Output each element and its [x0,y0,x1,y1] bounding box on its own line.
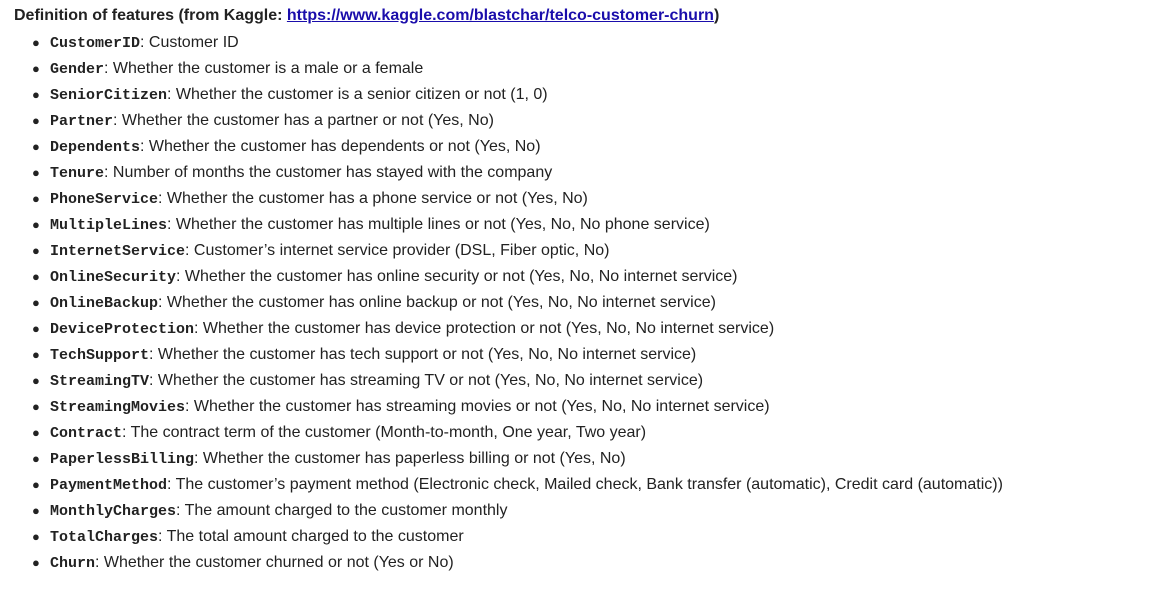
feature-name: SeniorCitizen [50,87,168,104]
bullet-icon: ● [32,139,40,154]
feature-name: StreamingMovies [50,399,186,416]
feature-description: : Whether the customer has online securi… [176,268,738,285]
feature-name: PaymentMethod [50,477,168,494]
feature-description: : Whether the customer has paperless bil… [194,450,626,467]
feature-description: : Whether the customer is a senior citiz… [167,86,548,103]
bullet-icon: ● [32,347,40,362]
list-item: ● Contract: The contract term of the cust… [32,420,1160,446]
bullet-icon: ● [32,165,40,180]
feature-name: Tenure [50,165,105,182]
list-item: ● PaperlessBilling: Whether the customer … [32,446,1160,472]
feature-name: MultipleLines [50,217,168,234]
feature-description: : The customer’s payment method (Electro… [167,476,1003,493]
feature-description: : Whether the customer has multiple line… [167,216,710,233]
feature-description: : Whether the customer has tech support … [149,346,697,363]
heading-suffix: ) [713,7,720,24]
list-item: ● InternetService: Customer’s internet se… [32,238,1160,264]
bullet-icon: ● [32,477,40,492]
feature-list: ● CustomerID: Customer ID ● Gender: Whethe… [14,30,1160,576]
bullet-icon: ● [32,451,40,466]
feature-description: : The amount charged to the customer mon… [176,502,508,519]
list-item: ● StreamingMovies: Whether the customer h… [32,394,1160,420]
heading-prefix: Definition of features (from Kaggle: [14,7,287,24]
list-item: ● OnlineBackup: Whether the customer has … [32,290,1160,316]
bullet-icon: ● [32,113,40,128]
kaggle-link[interactable]: https://www.kaggle.com/blastchar/telco-c… [287,7,714,24]
feature-name: TechSupport [50,347,150,364]
feature-name: Gender [50,61,105,78]
list-item: ● PaymentMethod: The customer’s payment m… [32,472,1160,498]
list-item: ● Gender: Whether the customer is a male … [32,56,1160,82]
list-item: ● TotalCharges: The total amount charged … [32,524,1160,550]
feature-name: Churn [50,555,96,572]
feature-name: StreamingTV [50,373,150,390]
bullet-icon: ● [32,217,40,232]
section-heading: Definition of features (from Kaggle: htt… [14,5,1160,27]
feature-name: OnlineSecurity [50,269,177,286]
feature-name: Contract [50,425,123,442]
feature-name: Dependents [50,139,141,156]
feature-description: : Whether the customer has a phone servi… [158,190,588,207]
bullet-icon: ● [32,295,40,310]
bullet-icon: ● [32,243,40,258]
feature-description: : Customer ID [140,34,239,51]
feature-description: : Whether the customer has dependents or… [140,138,541,155]
list-item: ● OnlineSecurity: Whether the customer ha… [32,264,1160,290]
list-item: ● Tenure: Number of months the customer h… [32,160,1160,186]
feature-name: CustomerID [50,35,141,52]
list-item: ● Dependents: Whether the customer has de… [32,134,1160,160]
feature-description: : Whether the customer has device protec… [194,320,775,337]
feature-description: : Whether the customer has streaming mov… [185,398,770,415]
bullet-icon: ● [32,61,40,76]
feature-description: : Whether the customer is a male or a fe… [104,60,424,77]
bullet-icon: ● [32,529,40,544]
feature-description: : Whether the customer has online backup… [158,294,716,311]
list-item: ● MonthlyCharges: The amount charged to t… [32,498,1160,524]
feature-description: : Whether the customer has streaming TV … [149,372,704,389]
list-item: ● SeniorCitizen: Whether the customer is … [32,82,1160,108]
bullet-icon: ● [32,269,40,284]
list-item: ● StreamingTV: Whether the customer has s… [32,368,1160,394]
bullet-icon: ● [32,555,40,570]
feature-description: : Whether the customer churned or not (Y… [95,554,454,571]
list-item: ● MultipleLines: Whether the customer has… [32,212,1160,238]
feature-name: TotalCharges [50,529,159,546]
feature-name: Partner [50,113,114,130]
bullet-icon: ● [32,425,40,440]
bullet-icon: ● [32,321,40,336]
feature-name: PaperlessBilling [50,451,195,468]
bullet-icon: ● [32,87,40,102]
feature-name: PhoneService [50,191,159,208]
feature-name: MonthlyCharges [50,503,177,520]
bullet-icon: ● [32,503,40,518]
feature-description: : The total amount charged to the custom… [158,528,464,545]
bullet-icon: ● [32,399,40,414]
list-item: ● Churn: Whether the customer churned or … [32,550,1160,576]
document: Definition of features (from Kaggle: htt… [0,0,1160,576]
bullet-icon: ● [32,373,40,388]
feature-description: : Whether the customer has a partner or … [113,112,494,129]
feature-name: DeviceProtection [50,321,195,338]
list-item: ● PhoneService: Whether the customer has … [32,186,1160,212]
feature-description: : The contract term of the customer (Mon… [122,424,647,441]
feature-name: InternetService [50,243,186,260]
list-item: ● Partner: Whether the customer has a par… [32,108,1160,134]
feature-name: OnlineBackup [50,295,159,312]
feature-description: : Number of months the customer has stay… [104,164,553,181]
bullet-icon: ● [32,35,40,50]
feature-description: : Customer’s internet service provider (… [185,242,610,259]
bullet-icon: ● [32,191,40,206]
list-item: ● CustomerID: Customer ID [32,30,1160,56]
list-item: ● TechSupport: Whether the customer has t… [32,342,1160,368]
list-item: ● DeviceProtection: Whether the customer … [32,316,1160,342]
